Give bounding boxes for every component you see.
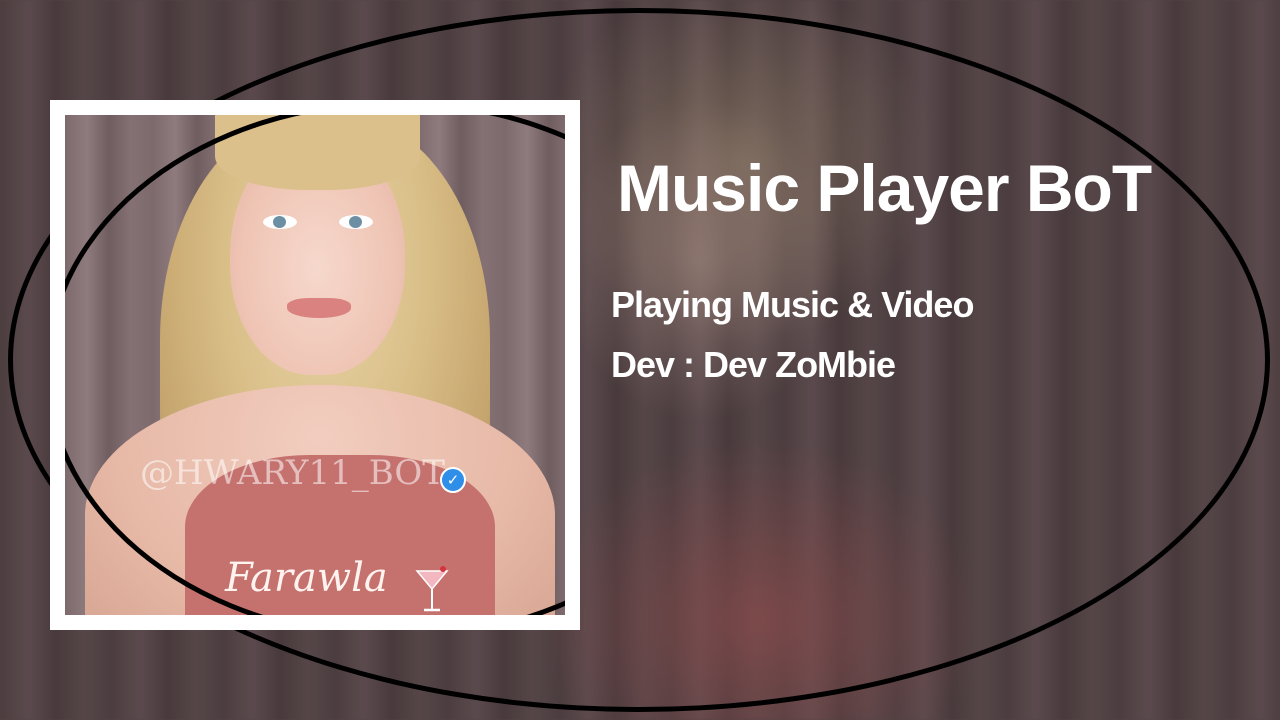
thumbnail-canvas: @HWARY11_BOT ✓ Farawla Music Player BoT … — [0, 0, 1280, 720]
subtitle-text: Playing Music & Video — [611, 284, 974, 325]
page-title: Music Player BoT — [617, 151, 1152, 225]
cover-image: @HWARY11_BOT ✓ Farawla — [65, 115, 565, 615]
developer-text: Dev : Dev ZoMbie — [611, 344, 896, 385]
cover-ellipse-ring — [65, 115, 565, 615]
cover-frame: @HWARY11_BOT ✓ Farawla — [50, 100, 580, 630]
